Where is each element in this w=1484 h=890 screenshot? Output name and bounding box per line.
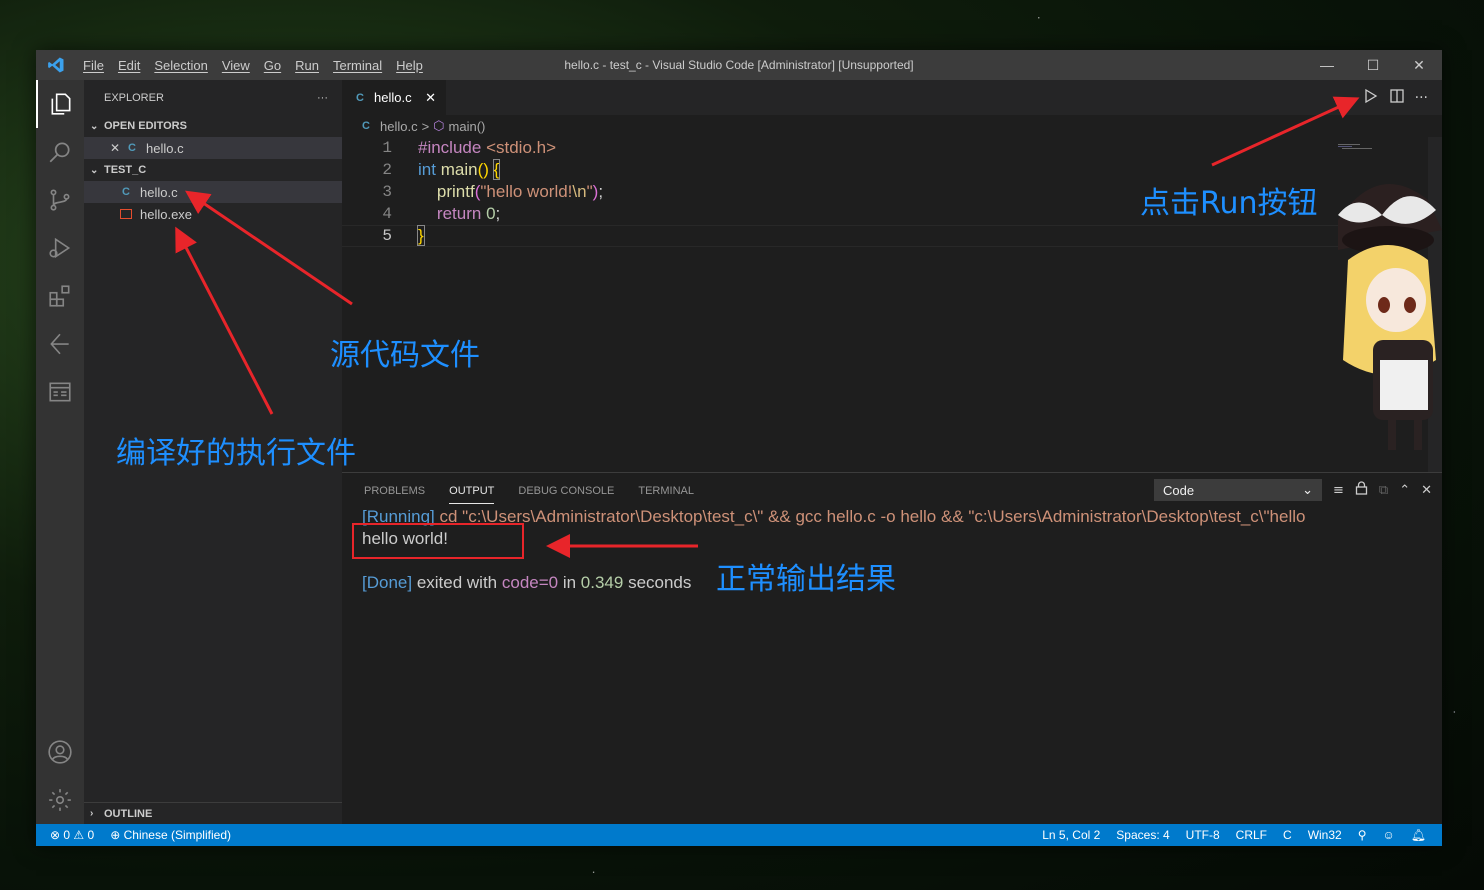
annotation-compiled-file: 编译好的执行文件 — [116, 436, 356, 471]
arrow-to-exe-file — [175, 226, 274, 415]
output-highlight-box — [352, 523, 524, 559]
arrow-to-source-file — [185, 190, 353, 306]
annotation-output-result: 正常输出结果 — [716, 562, 896, 597]
annotation-run-button: 点击Run按钮 — [1140, 186, 1318, 221]
annotation-source-file: 源代码文件 — [330, 338, 480, 373]
arrow-to-run-button — [1211, 96, 1360, 167]
